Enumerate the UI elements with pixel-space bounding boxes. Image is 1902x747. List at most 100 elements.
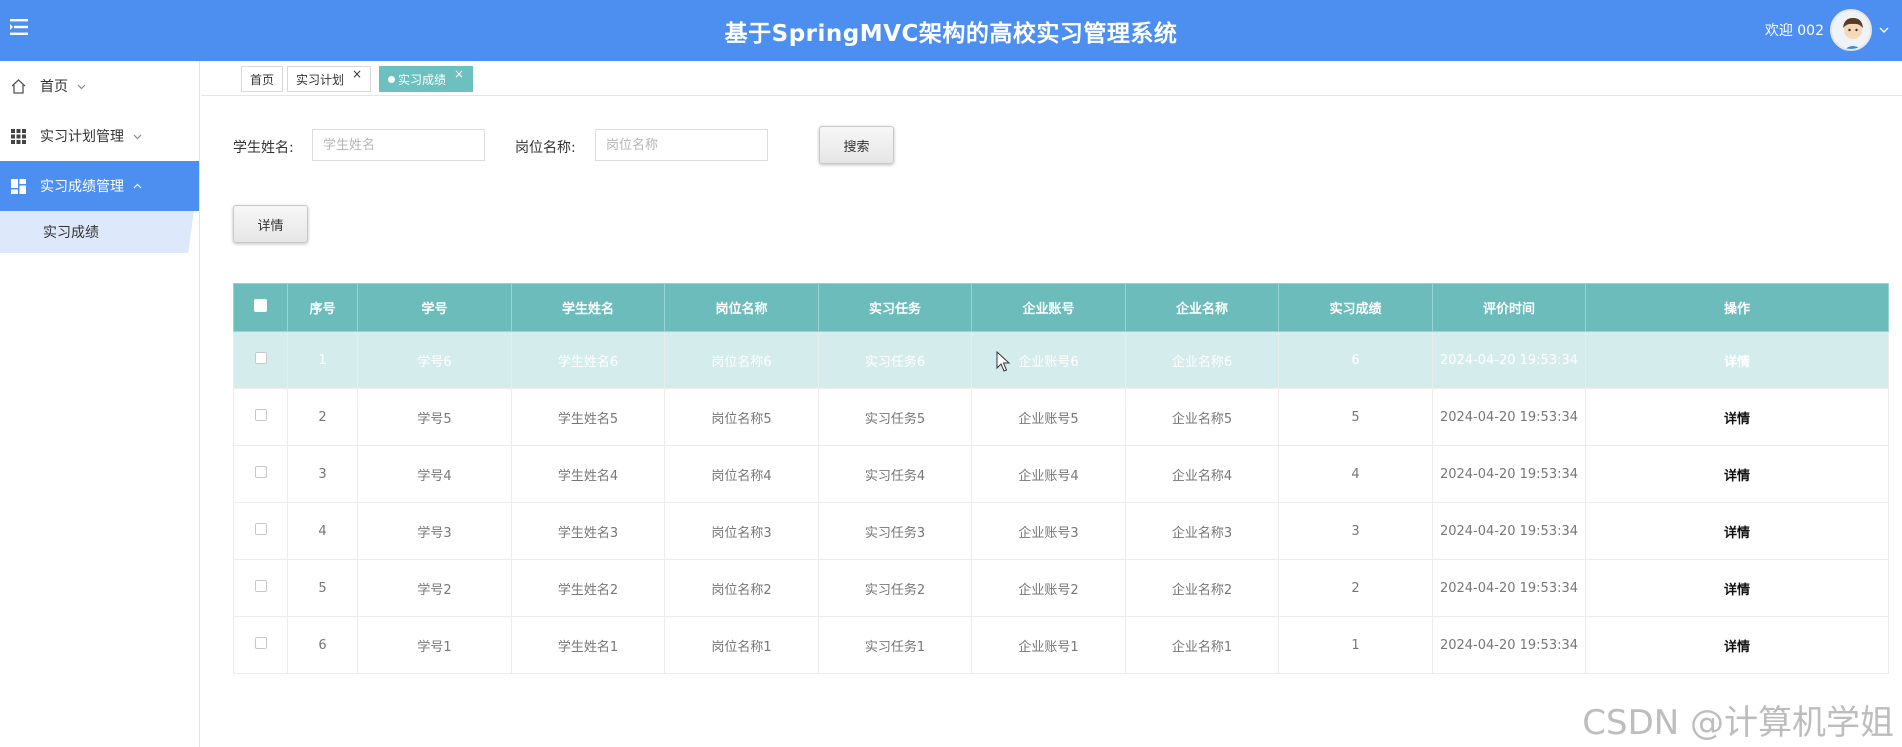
row-detail-link[interactable]: 详情 xyxy=(1585,616,1889,674)
row-checkbox[interactable] xyxy=(233,388,288,446)
student-name-label: 学生姓名: xyxy=(233,140,294,156)
table-cell: 1 xyxy=(287,331,358,389)
row-checkbox[interactable] xyxy=(233,331,288,389)
row-detail-link[interactable]: 详情 xyxy=(1585,388,1889,446)
table-cell: 学生姓名3 xyxy=(511,502,665,560)
user-menu[interactable]: 欢迎 002 xyxy=(1765,6,1890,54)
row-detail-link[interactable]: 详情 xyxy=(1585,559,1889,617)
tab-label: 首页 xyxy=(250,72,275,87)
table-cell: 企业账号5 xyxy=(971,388,1126,446)
row-checkbox[interactable] xyxy=(233,502,288,560)
table-cell: 企业账号1 xyxy=(971,616,1126,674)
table-cell: 企业名称3 xyxy=(1125,502,1279,560)
table-row[interactable]: 1 学号6 学生姓名6 岗位名称6 实习任务6 企业账号6 企业名称6 6 20… xyxy=(233,331,1889,389)
watermark: CSDN @计算机学姐 xyxy=(1582,703,1894,743)
table-cell: 5 xyxy=(1278,388,1433,446)
chevron-down-icon[interactable] xyxy=(1878,24,1890,36)
sidebar-item-home[interactable]: 首页 xyxy=(0,61,199,111)
table-cell: 5 xyxy=(287,559,358,617)
row-checkbox[interactable] xyxy=(233,616,288,674)
table-cell: 6 xyxy=(1278,331,1433,389)
row-checkbox[interactable] xyxy=(233,559,288,617)
table-cell: 岗位名称2 xyxy=(664,559,819,617)
student-name-input[interactable] xyxy=(312,129,485,161)
table-cell: 学号2 xyxy=(357,559,512,617)
table-cell: 2024-04-20 19:53:34 xyxy=(1432,331,1586,389)
table-cell: 企业账号4 xyxy=(971,445,1126,503)
table-cell: 实习任务4 xyxy=(818,445,972,503)
sidebar-item-plan-management[interactable]: 实习计划管理 xyxy=(0,111,199,161)
column-header: 岗位名称 xyxy=(664,283,819,332)
table-cell: 岗位名称6 xyxy=(664,331,819,389)
select-all-checkbox[interactable] xyxy=(233,283,288,332)
search-button[interactable]: 搜索 xyxy=(819,126,894,164)
close-icon[interactable]: × xyxy=(352,67,362,81)
row-checkbox[interactable] xyxy=(233,445,288,503)
top-header: 基于SpringMVC架构的高校实习管理系统 欢迎 002 xyxy=(0,0,1902,61)
tab-score[interactable]: 实习成绩 × xyxy=(379,66,474,92)
column-header: 实习成绩 xyxy=(1278,283,1433,332)
table-cell: 3 xyxy=(287,445,358,503)
row-detail-link[interactable]: 详情 xyxy=(1585,331,1889,389)
table-cell: 学生姓名5 xyxy=(511,388,665,446)
chevron-down-icon xyxy=(132,131,143,142)
table-cell: 实习任务2 xyxy=(818,559,972,617)
table-cell: 企业名称2 xyxy=(1125,559,1279,617)
table-cell: 岗位名称4 xyxy=(664,445,819,503)
dashboard-icon xyxy=(10,178,27,195)
table-cell: 企业名称5 xyxy=(1125,388,1279,446)
app-title: 基于SpringMVC架构的高校实习管理系统 xyxy=(724,21,1178,47)
column-header: 评价时间 xyxy=(1432,283,1586,332)
table-cell: 企业名称6 xyxy=(1125,331,1279,389)
detail-button[interactable]: 详情 xyxy=(233,205,308,243)
column-header: 序号 xyxy=(287,283,358,332)
table-cell: 学生姓名4 xyxy=(511,445,665,503)
tab-plan[interactable]: 实习计划 × xyxy=(287,66,372,92)
row-detail-link[interactable]: 详情 xyxy=(1585,445,1889,503)
table-cell: 2024-04-20 19:53:34 xyxy=(1432,388,1586,446)
table-cell: 3 xyxy=(1278,502,1433,560)
sidebar: 首页 实习计划管理 实习成绩管理 实习成绩 xyxy=(0,61,200,747)
tab-home[interactable]: 首页 xyxy=(241,66,284,92)
table-row[interactable]: 4 学号3 学生姓名3 岗位名称3 实习任务3 企业账号3 企业名称3 3 20… xyxy=(233,502,1889,560)
tab-label: 实习成绩 xyxy=(398,72,447,87)
table-cell: 实习任务5 xyxy=(818,388,972,446)
table-row[interactable]: 5 学号2 学生姓名2 岗位名称2 实习任务2 企业账号2 企业名称2 2 20… xyxy=(233,559,1889,617)
sidebar-subitem-score[interactable]: 实习成绩 xyxy=(0,211,194,253)
table-row[interactable]: 2 学号5 学生姓名5 岗位名称5 实习任务5 企业账号5 企业名称5 5 20… xyxy=(233,388,1889,446)
position-name-input[interactable] xyxy=(595,129,768,161)
table-cell: 岗位名称1 xyxy=(664,616,819,674)
table-cell: 2024-04-20 19:53:34 xyxy=(1432,445,1586,503)
table-cell: 2024-04-20 19:53:34 xyxy=(1432,616,1586,674)
mouse-cursor-icon xyxy=(996,351,1011,372)
table-cell: 学号5 xyxy=(357,388,512,446)
close-icon[interactable]: × xyxy=(454,67,464,81)
table-row[interactable]: 6 学号1 学生姓名1 岗位名称1 实习任务1 企业账号1 企业名称1 1 20… xyxy=(233,616,1889,674)
table-cell: 实习任务3 xyxy=(818,502,972,560)
table-cell: 2 xyxy=(287,388,358,446)
chevron-up-icon xyxy=(132,181,143,192)
home-icon xyxy=(10,78,27,95)
table-cell: 学号6 xyxy=(357,331,512,389)
column-header: 学号 xyxy=(357,283,512,332)
row-detail-link[interactable]: 详情 xyxy=(1585,502,1889,560)
table-cell: 学生姓名1 xyxy=(511,616,665,674)
tab-label: 实习计划 xyxy=(296,72,345,87)
sidebar-item-score-management[interactable]: 实习成绩管理 xyxy=(0,161,199,211)
table-cell: 企业名称1 xyxy=(1125,616,1279,674)
table-cell: 学生姓名6 xyxy=(511,331,665,389)
sidebar-item-label: 实习计划管理 xyxy=(40,129,124,145)
sidebar-item-label: 实习成绩管理 xyxy=(40,179,124,195)
table-cell: 学生姓名2 xyxy=(511,559,665,617)
column-header: 企业名称 xyxy=(1125,283,1279,332)
table-cell: 2024-04-20 19:53:34 xyxy=(1432,502,1586,560)
sidebar-item-label: 首页 xyxy=(40,79,68,95)
column-header: 学生姓名 xyxy=(511,283,665,332)
active-dot-icon xyxy=(388,75,395,83)
table-row[interactable]: 3 学号4 学生姓名4 岗位名称4 实习任务4 企业账号4 企业名称4 4 20… xyxy=(233,445,1889,503)
table-cell: 6 xyxy=(287,616,358,674)
avatar[interactable] xyxy=(1830,9,1872,51)
column-header: 实习任务 xyxy=(818,283,972,332)
table-cell: 企业账号2 xyxy=(971,559,1126,617)
column-header: 企业账号 xyxy=(971,283,1126,332)
